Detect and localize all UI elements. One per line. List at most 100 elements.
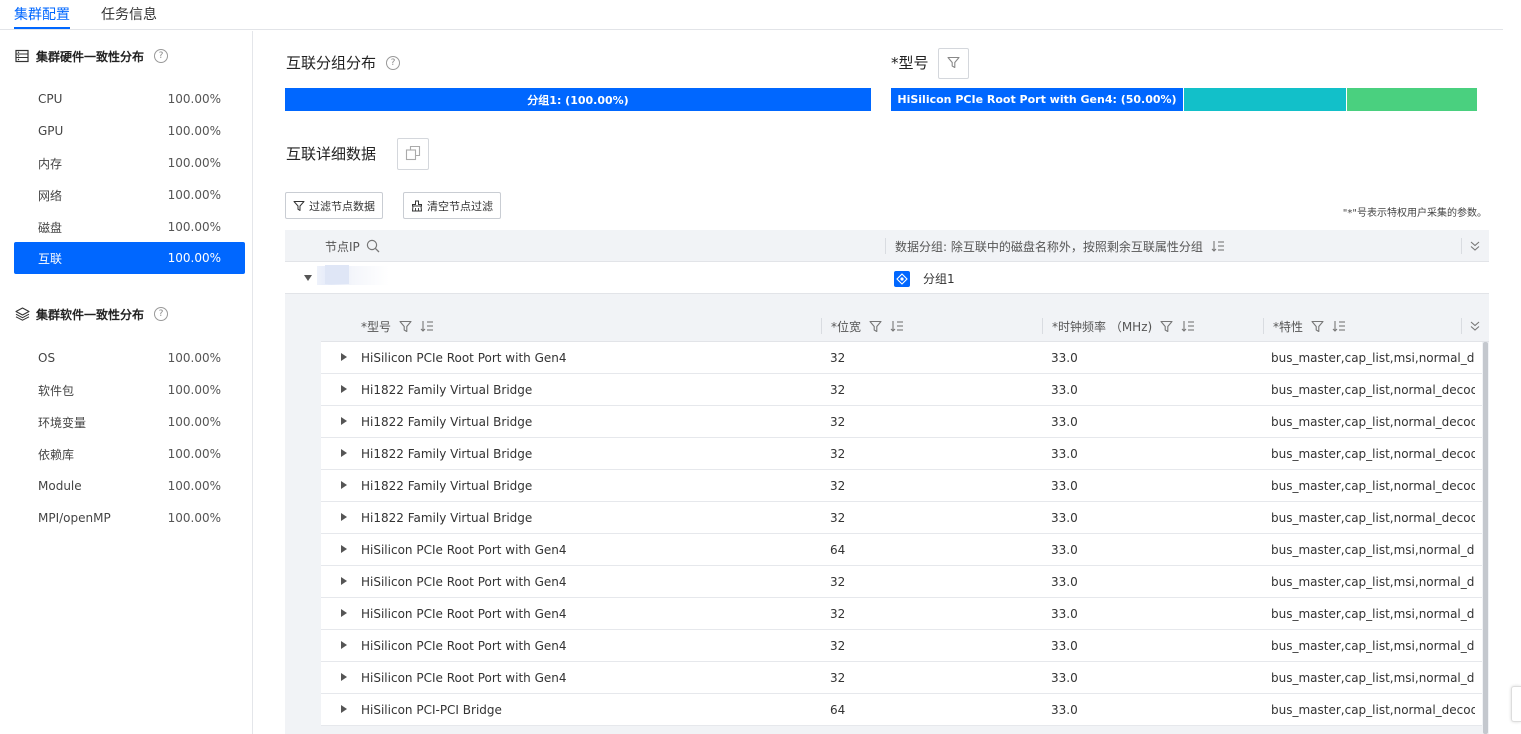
sort-icon[interactable] <box>420 320 434 332</box>
outer-table-row[interactable]: 分组1 <box>285 262 1489 294</box>
expand-caret-icon[interactable] <box>341 577 347 585</box>
cell-clock-freq: 33.0 <box>1051 671 1078 685</box>
table-row[interactable]: HiSilicon PCIe Root Port with Gen4 32 33… <box>321 662 1482 694</box>
redacted-node-ip-block <box>325 265 349 284</box>
sidebar-item-memory[interactable]: 内存 100.00% <box>14 147 245 179</box>
col-node-ip: 节点IP <box>325 230 380 262</box>
server-icon <box>14 48 30 64</box>
sidebar-item-network[interactable]: 网络 100.00% <box>14 179 245 211</box>
expand-caret-icon[interactable] <box>341 705 347 713</box>
sidebar-item-os[interactable]: OS 100.00% <box>14 342 245 374</box>
expand-columns-icon[interactable] <box>1469 230 1481 262</box>
filter-icon[interactable] <box>1311 320 1324 333</box>
sidebar-item-cpu[interactable]: CPU 100.00% <box>14 83 245 115</box>
help-icon[interactable]: ? <box>386 55 401 70</box>
sidebar-item-value: 100.00% <box>167 511 221 525</box>
expand-caret-icon[interactable] <box>341 641 347 649</box>
group-bar-segment[interactable]: 分组1: (100.00%) <box>285 88 871 111</box>
col-clock-freq-label: *时钟频率 （MHz) <box>1052 319 1153 334</box>
filter-icon[interactable] <box>399 320 412 333</box>
sort-icon[interactable] <box>890 320 904 332</box>
sidebar-item-label: 环境变量 <box>38 415 87 430</box>
table-scrollbar[interactable] <box>1483 342 1488 734</box>
copy-icon <box>405 145 421 164</box>
layers-icon <box>14 306 30 322</box>
table-row[interactable]: Hi1822 Family Virtual Bridge 32 33.0 bus… <box>321 470 1482 502</box>
sort-icon[interactable] <box>1211 240 1225 252</box>
sidebar-item-gpu[interactable]: GPU 100.00% <box>14 115 245 147</box>
table-row[interactable]: HiSilicon PCIe Root Port with Gen4 32 33… <box>321 630 1482 662</box>
sidebar-item-env-vars[interactable]: 环境变量 100.00% <box>14 406 245 438</box>
expand-caret-icon[interactable] <box>341 545 347 553</box>
expand-caret-icon[interactable] <box>341 385 347 393</box>
table-row[interactable]: HiSilicon PCIe Root Port with Gen4 32 33… <box>321 566 1482 598</box>
sort-icon[interactable] <box>1181 320 1195 332</box>
expand-caret-icon[interactable] <box>341 417 347 425</box>
sidebar-item-disk[interactable]: 磁盘 100.00% <box>14 211 245 243</box>
table-row[interactable]: Hi1822 Family Virtual Bridge 32 33.0 bus… <box>321 374 1482 406</box>
table-row[interactable]: Hi1822 Family Virtual Bridge 32 33.0 bus… <box>321 502 1482 534</box>
table-row[interactable]: Hi1822 Family Virtual Bridge 32 33.0 bus… <box>321 406 1482 438</box>
model-bar-segment-2[interactable] <box>1184 88 1346 111</box>
search-icon[interactable] <box>366 239 380 253</box>
expand-caret-icon[interactable] <box>341 513 347 521</box>
cell-bit-width: 32 <box>830 575 846 589</box>
cell-bit-width: 32 <box>830 607 846 621</box>
cell-features: bus_master,cap_list,normal_decode,p... <box>1271 415 1475 429</box>
clear-filter-button[interactable]: 清空节点过滤 <box>403 192 501 219</box>
cell-features: bus_master,cap_list,msi,normal_deco... <box>1271 351 1475 365</box>
column-divider <box>1042 318 1043 334</box>
sidebar-item-packages[interactable]: 软件包 100.00% <box>14 374 245 406</box>
floating-side-tab[interactable] <box>1511 686 1521 722</box>
table-row[interactable]: Hi1822 Family Virtual Bridge 32 33.0 bus… <box>321 438 1482 470</box>
hardware-section-title: 集群硬件一致性分布 ? <box>14 47 169 65</box>
help-icon[interactable]: ? <box>154 307 169 321</box>
sort-icon[interactable] <box>1332 320 1346 332</box>
expand-caret-icon[interactable] <box>341 449 347 457</box>
model-bar-segment-3[interactable] <box>1347 88 1477 111</box>
software-section-label: 集群软件一致性分布 <box>36 307 145 322</box>
cell-bit-width: 64 <box>830 703 846 717</box>
sidebar-item-value: 100.00% <box>167 383 221 397</box>
table-row[interactable]: HiSilicon PCIe Root Port with Gen4 32 33… <box>321 598 1482 630</box>
model-filter-button[interactable] <box>938 48 969 79</box>
collapse-caret-icon[interactable] <box>304 275 312 281</box>
cell-clock-freq: 33.0 <box>1051 479 1078 493</box>
filter-icon[interactable] <box>1160 320 1173 333</box>
cell-features: bus_master,cap_list,normal_decode,p... <box>1271 703 1475 717</box>
filter-nodes-button[interactable]: 过滤节点数据 <box>285 192 383 219</box>
expand-caret-icon[interactable] <box>341 353 347 361</box>
expand-columns-icon[interactable] <box>1469 310 1481 342</box>
model-title-label: *型号 <box>891 54 929 72</box>
copy-button[interactable] <box>397 138 429 170</box>
sidebar-item-label: MPI/openMP <box>38 511 111 525</box>
table-row[interactable]: HiSilicon PCI-PCI Bridge 64 33.0 bus_mas… <box>321 694 1482 726</box>
sidebar-item-interconnect[interactable]: 互联 100.00% <box>14 242 245 274</box>
sidebar-item-libraries[interactable]: 依赖库 100.00% <box>14 438 245 470</box>
tab-cluster-config[interactable]: 集群配置 <box>14 4 70 24</box>
sidebar-item-module[interactable]: Module 100.00% <box>14 470 245 502</box>
sidebar-item-mpi[interactable]: MPI/openMP 100.00% <box>14 502 245 534</box>
model-bar-segment-1[interactable]: HiSilicon PCIe Root Port with Gen4: (50.… <box>891 88 1183 111</box>
group-icon <box>894 271 910 287</box>
filter-icon[interactable] <box>869 320 882 333</box>
sidebar-item-value: 100.00% <box>167 124 221 138</box>
table-row[interactable]: HiSilicon PCIe Root Port with Gen4 32 33… <box>321 342 1482 374</box>
sidebar-item-label: Module <box>38 479 82 493</box>
col-features: *特性 <box>1273 310 1346 342</box>
help-icon[interactable]: ? <box>154 49 169 63</box>
sidebar-item-value: 100.00% <box>167 251 221 265</box>
cell-features: bus_master,cap_list,msi,normal_deco... <box>1271 575 1475 589</box>
tab-task-info[interactable]: 任务信息 <box>101 4 157 24</box>
table-row[interactable]: HiSilicon PCIe Root Port with Gen4 64 33… <box>321 534 1482 566</box>
model-title: *型号 <box>891 52 929 73</box>
expand-caret-icon[interactable] <box>341 481 347 489</box>
expand-caret-icon[interactable] <box>341 673 347 681</box>
inner-table-container: *型号 *位宽 *时钟频率 （MHz) *特性 HiSilicon PCIe R… <box>285 294 1489 734</box>
col-model-label: *型号 <box>361 319 392 334</box>
cell-bit-width: 32 <box>830 639 846 653</box>
top-tabs: 集群配置 任务信息 <box>0 0 1503 30</box>
cell-clock-freq: 33.0 <box>1051 351 1078 365</box>
sidebar-item-value: 100.00% <box>167 220 221 234</box>
expand-caret-icon[interactable] <box>341 609 347 617</box>
